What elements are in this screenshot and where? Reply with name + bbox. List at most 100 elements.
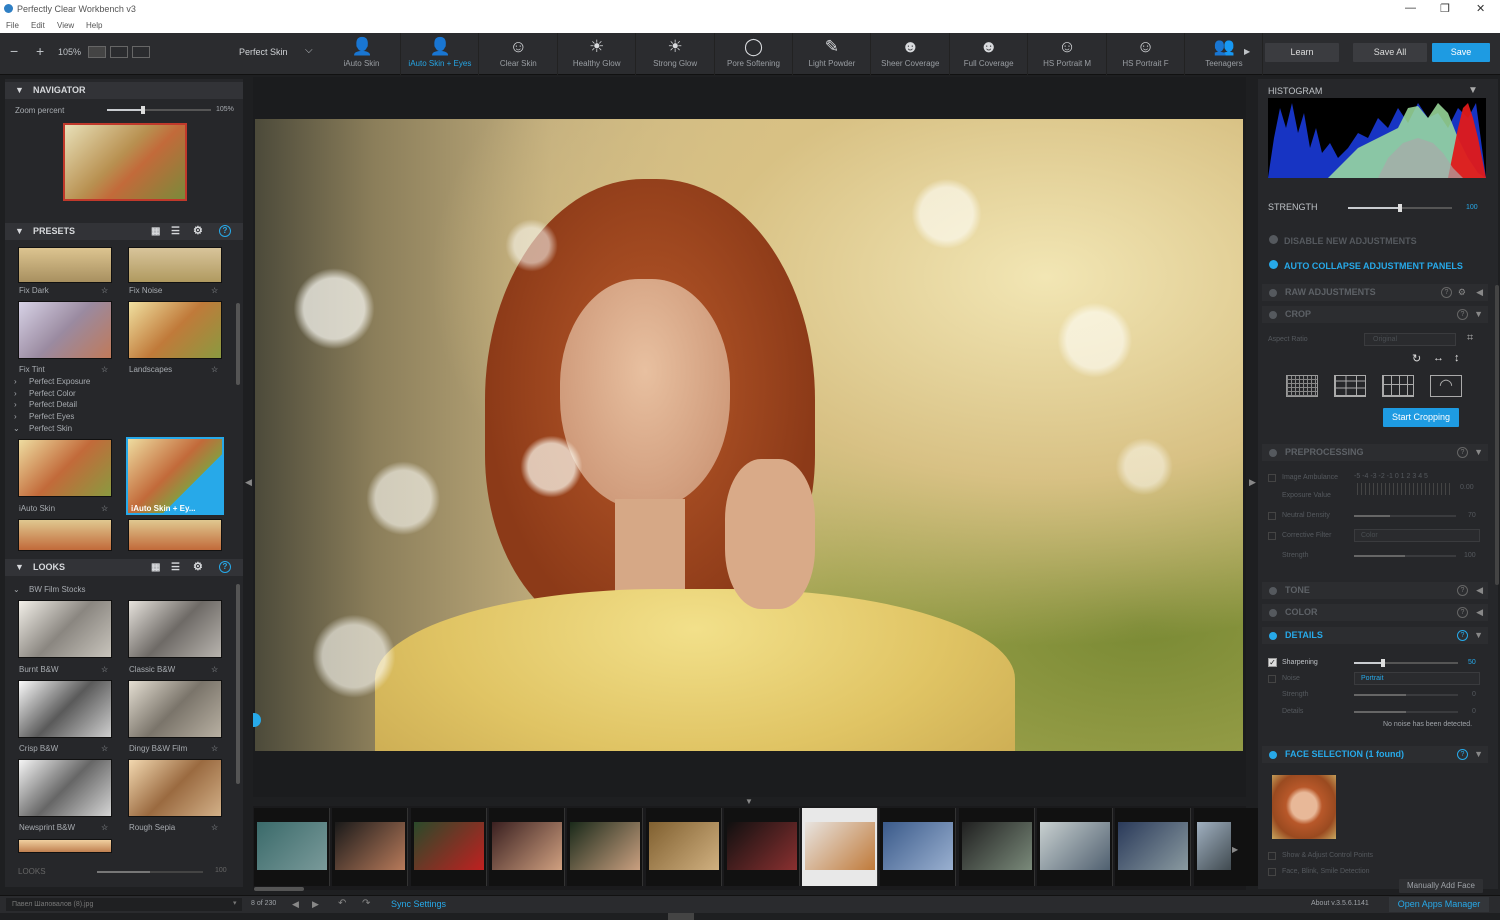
preset-thumb[interactable] [128, 519, 222, 551]
tool-hs-portrait-f[interactable]: ☺ HS Portrait F [1107, 33, 1185, 75]
grid-view-icon[interactable]: ▦ [151, 223, 160, 240]
list-view-icon[interactable]: ☰ [171, 559, 180, 576]
filmstrip-thumb[interactable] [332, 808, 409, 886]
gear-icon[interactable]: ⚙ [193, 559, 203, 576]
tool-pore-softening[interactable]: ◯ Pore Softening [715, 33, 793, 75]
tool-strong-glow[interactable]: ☀ Strong Glow [637, 33, 715, 75]
right-panel-scrollbar[interactable] [1495, 285, 1499, 585]
learn-button[interactable]: Learn [1265, 43, 1339, 62]
menu-view[interactable]: View [57, 21, 74, 30]
save-button[interactable]: Save [1432, 43, 1490, 62]
filmstrip-thumb[interactable] [723, 808, 800, 886]
tree-item[interactable]: Perfect Skin [29, 424, 72, 433]
filmstrip-thumb[interactable] [1115, 808, 1192, 886]
tone-header[interactable]: TONE? ◀ [1262, 582, 1488, 599]
preset-selector[interactable]: Perfect Skin [239, 47, 288, 57]
zoom-in-icon[interactable]: + [36, 43, 44, 59]
zoom-out-icon[interactable]: − [10, 43, 18, 59]
tree-chevron-icon[interactable]: › [14, 412, 17, 421]
star-icon[interactable]: ☆ [211, 286, 218, 295]
image-ambulance-ruler[interactable] [1357, 483, 1453, 495]
filmstrip-thumb[interactable] [254, 808, 330, 886]
chevron-down-icon[interactable]: ⌵ [305, 45, 313, 56]
help-icon[interactable]: ? [219, 561, 231, 573]
sharpening-slider[interactable] [1354, 659, 1458, 667]
tool-iauto-skin[interactable]: 👤 iAuto Skin [323, 33, 401, 75]
view-side-by-side-icon[interactable] [132, 46, 150, 58]
manually-add-face-button[interactable]: Manually Add Face [1399, 879, 1483, 893]
tree-item[interactable]: Perfect Detail [29, 400, 77, 409]
strength-slider[interactable] [1348, 204, 1452, 212]
tool-healthy-glow[interactable]: ☀ Healthy Glow [558, 33, 637, 75]
tool-hs-portrait-m[interactable]: ☺ HS Portrait M [1029, 33, 1107, 75]
auto-collapse-radio[interactable] [1269, 260, 1278, 269]
previous-image-icon[interactable]: ◀ [292, 899, 299, 910]
preset-thumb[interactable] [18, 439, 112, 497]
star-icon[interactable]: ☆ [101, 286, 108, 295]
grid-quarters-overlay-icon[interactable] [1382, 375, 1414, 397]
minimize-icon[interactable]: — [1405, 2, 1416, 14]
view-split-icon[interactable] [110, 46, 128, 58]
star-icon[interactable]: ☆ [101, 365, 108, 374]
star-icon[interactable]: ☆ [101, 504, 108, 513]
look-thumb[interactable] [18, 839, 112, 853]
tool-teenagers[interactable]: 👥 Teenagers [1185, 33, 1264, 75]
noise-details-slider[interactable] [1354, 711, 1458, 713]
golden-spiral-overlay-icon[interactable]: ◠ [1430, 375, 1462, 397]
neutral-density-slider[interactable] [1354, 515, 1456, 517]
tool-iauto-skin-eyes[interactable]: 👤 iAuto Skin + Eyes [401, 33, 480, 75]
tool-sheer-coverage[interactable]: ☻ Sheer Coverage [872, 33, 950, 75]
filmstrip-thumb[interactable] [567, 808, 644, 886]
sharpening-checkbox[interactable]: ✓ [1268, 658, 1277, 667]
about-version[interactable]: About v.3.5.6.1141 [1311, 900, 1369, 907]
star-icon[interactable]: ☆ [211, 665, 218, 674]
menu-help[interactable]: Help [86, 21, 102, 30]
zoom-slider[interactable] [107, 106, 211, 114]
star-icon[interactable]: ☆ [211, 823, 218, 832]
right-panel-toggle-icon[interactable]: ▶ [1249, 477, 1256, 488]
looks-group[interactable]: BW Film Stocks [29, 585, 85, 594]
look-thumb[interactable] [18, 759, 112, 817]
disable-adjustments-label[interactable]: DISABLE NEW ADJUSTMENTS [1284, 236, 1417, 246]
close-icon[interactable]: ✕ [1476, 2, 1485, 15]
view-single-icon[interactable] [88, 46, 106, 58]
filmstrip-thumb[interactable] [802, 808, 879, 886]
sync-settings-button[interactable]: Sync Settings [391, 899, 446, 909]
look-thumb[interactable] [128, 680, 222, 738]
preset-thumb[interactable] [128, 247, 222, 283]
look-thumb[interactable] [18, 680, 112, 738]
help-icon[interactable]: ? [219, 225, 231, 237]
filmstrip-thumb[interactable] [958, 808, 1035, 886]
show-adjust-checkbox[interactable] [1268, 852, 1276, 860]
tree-chevron-down-icon[interactable]: ⌄ [13, 424, 20, 433]
filmstrip-thumb[interactable] [645, 808, 722, 886]
corrective-strength-slider[interactable] [1354, 555, 1456, 557]
look-thumb[interactable] [18, 600, 112, 658]
noise-checkbox[interactable] [1268, 675, 1276, 683]
tool-light-powder[interactable]: ✎ Light Powder [793, 33, 872, 75]
file-selector-chevron-icon[interactable]: ▾ [233, 899, 237, 907]
corrective-filter-checkbox[interactable] [1268, 532, 1276, 540]
next-image-icon[interactable]: ▶ [312, 899, 319, 910]
star-icon[interactable]: ☆ [101, 744, 108, 753]
filmstrip-thumb[interactable] [880, 808, 957, 886]
tree-chevron-down-icon[interactable]: ⌄ [13, 585, 20, 594]
noise-strength-slider[interactable] [1354, 694, 1458, 696]
looks-strength-slider[interactable] [97, 871, 203, 873]
grid-fine-overlay-icon[interactable] [1286, 375, 1318, 397]
star-icon[interactable]: ☆ [101, 823, 108, 832]
aspect-ratio-select[interactable]: Original [1364, 333, 1456, 346]
preset-thumb[interactable] [18, 519, 112, 551]
navigator-preview[interactable] [63, 123, 187, 201]
flip-vertical-icon[interactable]: ↕ [1454, 352, 1460, 364]
tree-item[interactable]: Perfect Color [29, 389, 76, 398]
gear-icon[interactable]: ⚙ [193, 223, 203, 240]
save-all-button[interactable]: Save All [1353, 43, 1427, 62]
preset-thumb[interactable] [128, 301, 222, 359]
rotate-icon[interactable]: ↻ [1412, 352, 1421, 365]
start-cropping-button[interactable]: Start Cropping [1383, 408, 1459, 427]
looks-scrollbar[interactable] [236, 584, 240, 784]
maximize-icon[interactable]: ❐ [1440, 2, 1450, 15]
neutral-density-checkbox[interactable] [1268, 512, 1276, 520]
tree-item[interactable]: Perfect Eyes [29, 412, 74, 421]
